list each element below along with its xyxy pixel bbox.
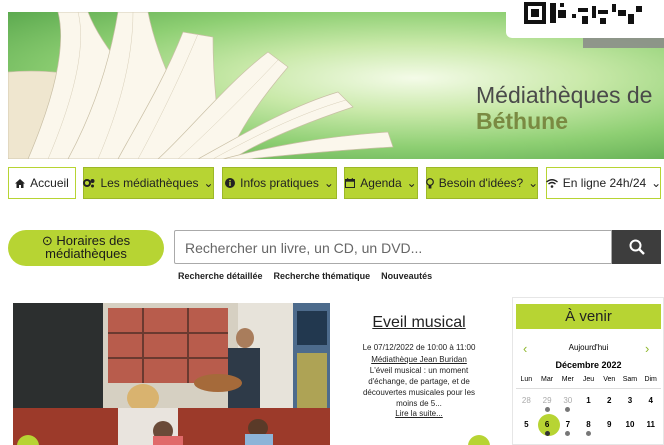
calendar-day-number: 7 — [565, 420, 571, 429]
nav-infos-pratiques[interactable]: Infos pratiques ⌄ — [222, 167, 337, 199]
chevron-down-icon: ⌄ — [406, 176, 417, 190]
chevron-down-icon: ⌄ — [203, 176, 214, 190]
calendar-day-selected[interactable]: 6 — [537, 420, 558, 436]
calendar-day[interactable]: 28 — [516, 396, 537, 405]
hours-button[interactable]: ⊙ Horaires des médiathèques — [8, 230, 164, 266]
wifi-icon — [545, 178, 558, 188]
calendar-day[interactable]: 30 — [557, 396, 578, 412]
event-read-more-link[interactable]: Lire la suite... — [338, 409, 500, 418]
link-nouveautes[interactable]: Nouveautés — [381, 271, 432, 281]
weekday: Ven — [603, 376, 616, 383]
nav-en-ligne[interactable]: En ligne 24h/24 ⌄ — [545, 167, 662, 199]
calendar-icon — [345, 178, 356, 188]
event-date: Le 07/12/2022 de 10:00 à 11:00 — [362, 343, 476, 352]
calendar-day-number: 8 — [586, 420, 591, 429]
weekday: Jeu — [582, 376, 595, 383]
weekday: Mar — [541, 376, 554, 383]
page: Médiathèques de Béthune Accueil Les médi… — [0, 0, 664, 445]
calendar-day-number: 6 — [544, 420, 550, 429]
info-icon — [225, 178, 236, 188]
site-title-line2: Béthune — [476, 108, 568, 134]
calendar-day[interactable]: 1 — [578, 396, 599, 405]
weekday: Dim — [644, 376, 657, 383]
calendar-day[interactable]: 29 — [537, 396, 558, 412]
home-icon — [15, 178, 26, 188]
calendar-day[interactable]: 11 — [640, 420, 661, 429]
nav-besoin-idees[interactable]: Besoin d'idées? ⌄ — [425, 167, 539, 199]
event-card: Eveil musical Le 07/12/2022 de 10:00 à 1… — [338, 297, 500, 445]
gears-icon — [83, 179, 95, 188]
nav-mediatheques-label: Les médiathèques — [100, 176, 199, 190]
calendar-month: Décembre 2022 — [555, 360, 622, 370]
nav-en-ligne-label: En ligne 24h/24 — [562, 176, 647, 190]
event-description: L'éveil musical : un moment d'échange, d… — [362, 366, 476, 408]
event-photo-illustration — [13, 303, 330, 445]
nav-home[interactable]: Accueil — [8, 167, 76, 199]
calendar-week-row: 28 29 30 1 2 3 4 — [516, 396, 661, 412]
link-recherche-thematique[interactable]: Recherche thématique — [274, 271, 371, 281]
calendar-day[interactable]: 3 — [620, 396, 641, 405]
chevron-down-icon: ⌄ — [323, 176, 334, 190]
search-placeholder: Rechercher un livre, un CD, un DVD... — [185, 240, 423, 256]
calendar-day[interactable]: 2 — [599, 396, 620, 405]
calendar-week-row: 5 6 7 8 9 10 11 — [516, 420, 661, 436]
chevron-down-icon: ⌄ — [528, 176, 539, 190]
calendar-today-link[interactable]: Aujourd'hui — [516, 343, 661, 352]
event-place-link[interactable]: Médiathèque Jean Buridan — [338, 355, 500, 364]
site-title[interactable]: Médiathèques de Béthune — [476, 82, 652, 134]
event-dot — [544, 431, 550, 436]
nav-agenda-label: Agenda — [360, 176, 402, 190]
weekday: Mer — [561, 376, 574, 383]
open-book-illustration — [8, 12, 394, 159]
calendar-day[interactable]: 5 — [516, 420, 537, 429]
calendar-weekdays: Lun Mar Mer Jeu Ven Sam Dim — [516, 376, 661, 383]
calendar-day[interactable]: 7 — [557, 420, 578, 436]
search-sublinks: Recherche détaillée Recherche thématique… — [178, 271, 432, 281]
calendar-day[interactable]: 4 — [640, 396, 661, 405]
nav-agenda[interactable]: Agenda ⌄ — [344, 167, 418, 199]
calendar-day[interactable]: 9 — [599, 420, 620, 429]
nav-infos-label: Infos pratiques — [240, 176, 319, 190]
hours-label-line2: médiathèques — [45, 246, 127, 261]
search-button[interactable] — [612, 230, 661, 264]
calendar-day-number: 30 — [563, 396, 573, 405]
event-title[interactable]: Eveil musical — [338, 314, 500, 332]
calendar-day[interactable]: 10 — [620, 420, 641, 429]
link-recherche-detaillee[interactable]: Recherche détaillée — [178, 271, 263, 281]
calendar-day-number: 29 — [542, 396, 552, 405]
agenda-title: À venir — [516, 304, 661, 329]
event-dot — [586, 431, 592, 436]
lightbulb-icon — [425, 177, 434, 188]
site-title-line1: Médiathèques de — [476, 82, 653, 108]
nav-home-label: Accueil — [30, 176, 69, 190]
weekday: Sam — [622, 376, 638, 383]
nav-mediatheques[interactable]: Les médiathèques ⌄ — [83, 167, 214, 199]
nav-besoin-label: Besoin d'idées? — [438, 176, 524, 190]
qr-code — [506, 0, 664, 38]
search-input[interactable]: Rechercher un livre, un CD, un DVD... — [174, 230, 612, 264]
search-icon — [629, 239, 645, 255]
event-dot — [544, 407, 550, 412]
calendar-day[interactable]: 8 — [578, 420, 599, 436]
event-photo[interactable] — [13, 303, 330, 445]
chevron-down-icon: ⌄ — [651, 176, 662, 190]
weekday: Lun — [520, 376, 533, 383]
